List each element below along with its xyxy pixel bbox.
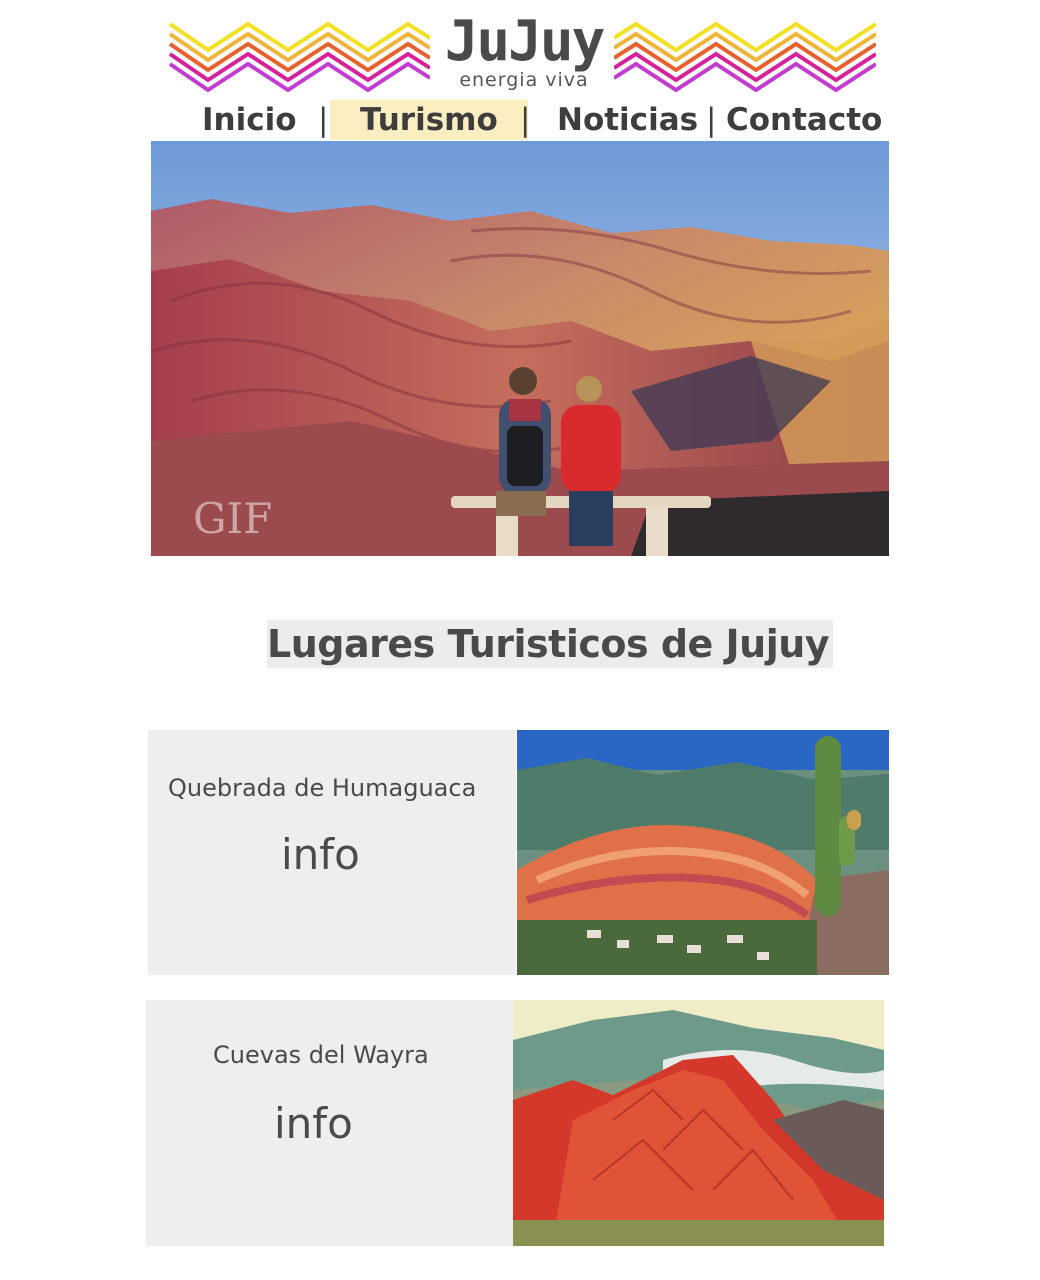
place-card: Cuevas del Wayra info xyxy=(146,1000,884,1246)
info-link[interactable]: info xyxy=(281,830,360,879)
nav-item-noticias[interactable]: Noticias xyxy=(557,100,698,140)
nav-separator: | xyxy=(520,102,531,138)
place-image xyxy=(517,730,889,975)
place-card-text: Quebrada de Humaguaca info xyxy=(148,730,516,975)
place-card-text: Cuevas del Wayra info xyxy=(146,1000,513,1246)
brand-tagline: energia viva xyxy=(459,69,589,91)
place-name: Quebrada de Humaguaca xyxy=(168,774,477,802)
nav-item-turismo[interactable]: Turismo xyxy=(330,100,528,140)
brand: JuJuy energia viva xyxy=(436,8,612,100)
nav-item-contacto[interactable]: Contacto xyxy=(726,100,882,140)
info-link[interactable]: info xyxy=(274,1099,353,1148)
hero-image: GIF xyxy=(151,141,889,556)
zigzag-decoration-right xyxy=(614,21,876,93)
zigzag-decoration-left xyxy=(168,21,430,93)
main-nav: Inicio | Turismo | Noticias | Contacto xyxy=(150,100,890,140)
section-title: Lugares Turisticos de Jujuy xyxy=(267,620,834,668)
hero-watermark: GIF xyxy=(193,494,272,543)
place-image xyxy=(513,1000,884,1246)
site-logo[interactable]: JuJuy energia viva xyxy=(168,8,880,100)
nav-separator: | xyxy=(706,102,717,138)
place-card: Quebrada de Humaguaca info xyxy=(148,730,889,975)
brand-title: JuJuy xyxy=(444,9,606,74)
place-name: Cuevas del Wayra xyxy=(213,1041,429,1069)
nav-separator: | xyxy=(318,102,329,138)
nav-item-inicio[interactable]: Inicio xyxy=(202,100,297,140)
